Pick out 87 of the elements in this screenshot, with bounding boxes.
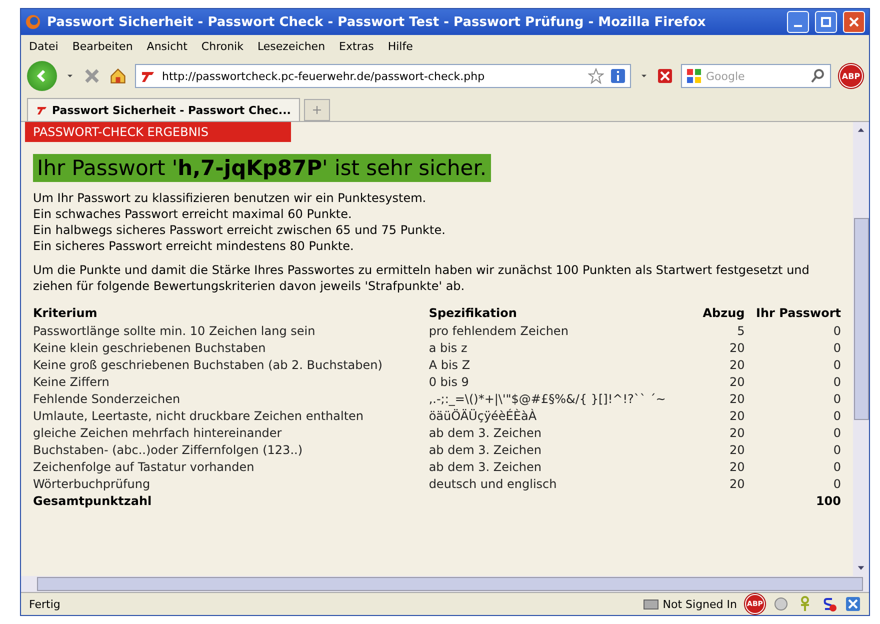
plus-icon [312, 105, 322, 115]
menu-item[interactable]: Hilfe [388, 40, 413, 52]
table-cell-text: 0 [832, 390, 841, 407]
new-tab-button[interactable] [304, 99, 330, 121]
column-header: Spezifikation [428, 305, 518, 322]
table-cell-text: 0 [832, 424, 841, 441]
maximize-button[interactable] [815, 11, 837, 33]
table-cell-text: 0 [832, 322, 841, 339]
signin-status: Not Signed In [662, 598, 737, 610]
adblock-button[interactable]: ABP [839, 64, 863, 88]
table-cell-text: a bis z [428, 340, 468, 356]
block-icon [657, 68, 673, 84]
table-cell-text: 20 [728, 408, 745, 424]
intro-line: Um Ihr Passwort zu klassifizieren benutzen wir ein Punktesystem. [33, 190, 428, 206]
table-cell-text: 20 [728, 374, 745, 390]
horizontal-scrollbar[interactable] [21, 576, 869, 592]
status-text: Fertig [29, 598, 62, 610]
menu-item[interactable]: Extras [339, 40, 374, 52]
browser-logo-icon [25, 14, 41, 30]
window-title: Passwort Sicherheit - Passwort Check - Passwort Test - Passwort Prüfung - Mozilla Firefox [47, 14, 707, 30]
minimize-button[interactable] [787, 11, 809, 33]
table-cell-text: Umlaute, Leertaste, nicht druckbare Zeichen enthalten [33, 408, 365, 424]
browser-tab[interactable]: Passwort Sicherheit - Passwort Chec... [27, 98, 300, 121]
section-banner: PASSWORT-CHECK ERGEBNIS [25, 122, 291, 142]
home-icon [109, 67, 127, 85]
table-cell-text: 0 bis 9 [428, 374, 470, 390]
table-cell-text: 0 [832, 442, 841, 458]
table-cell-text: 0 [832, 476, 841, 492]
menu-item[interactable]: Chronik [201, 40, 244, 52]
result-heading: Ihr Passwort 'h,7-jqKp87P' ist sehr sicher. [33, 154, 491, 182]
column-header: Kriterium [33, 305, 98, 322]
table-cell-text: ,.-;:_=\()*+|\'"$@#£§%&/{ }[]!^!?`` ´~ [428, 390, 667, 407]
table-cell-text: Zeichenfolge auf Tastatur vorhanden [33, 458, 256, 475]
total-value: 100 [814, 493, 841, 510]
table-cell-text: ab dem 3. Zeichen [428, 458, 542, 475]
table-cell-text: pro fehlendem Zeichen [428, 322, 570, 339]
table-cell-text: Keine klein geschriebenen Buchstaben [33, 340, 267, 356]
table-cell-text: 0 [832, 408, 841, 424]
total-label: Gesamtpunktzahl [33, 493, 153, 510]
menu-item[interactable]: Lesezeichen [257, 40, 326, 52]
intro-line: Ein halbwegs sicheres Passwort erreicht zwischen 65 und 75 Punkte. [33, 222, 446, 238]
address-field[interactable]: http://passwortcheck.pc-feuerwehr.de/passwort-check.php [135, 64, 631, 88]
table-cell-text: Buchstaben- (abc..)oder Ziffernfolgen (123..) [33, 442, 304, 458]
vertical-scrollbar[interactable] [853, 122, 869, 576]
table-cell-text: Wörterbuchprüfung [33, 476, 152, 492]
menu-item[interactable]: Bearbeiten [72, 40, 133, 52]
search-engine-icon [686, 68, 702, 84]
blocked-s-icon [821, 596, 837, 612]
table-cell-text: 20 [728, 340, 745, 356]
menu-item[interactable]: Datei [29, 40, 58, 52]
table-cell: Keine groß geschriebenen Buchstaben (ab 2. Buchstaben) [33, 356, 429, 373]
table-cell-text: Keine Ziffern [33, 374, 110, 390]
info-icon [610, 68, 626, 84]
table-cell-text: 20 [728, 356, 745, 373]
table-cell-text: 20 [728, 424, 745, 441]
table-cell-text: 20 [728, 390, 745, 407]
intro-line: Ein sicheres Passwort erreicht mindestens 80 Punkte. [33, 238, 355, 254]
column-header: Ihr Passwort [755, 305, 841, 322]
table-cell-text: A bis Z [428, 356, 472, 373]
close-button[interactable] [843, 11, 865, 33]
table-cell-text: 0 [832, 356, 841, 373]
table-cell-text: 0 [832, 340, 841, 356]
table-cell-text: 20 [728, 442, 745, 458]
back-button[interactable] [27, 61, 57, 91]
intro-line: Ein schwaches Passwort erreicht maximal 60 Punkte. [33, 206, 353, 222]
column-header: Abzug [702, 305, 745, 322]
table-cell-text: deutsch und englisch [428, 476, 558, 492]
table-cell-text: gleiche Zeichen mehrfach hintereinander [33, 424, 283, 441]
stop-icon [83, 67, 101, 85]
table-cell-text: ab dem 3. Zeichen [428, 424, 542, 441]
search-icon [810, 68, 826, 84]
star-icon [588, 68, 604, 84]
table-cell-text: 0 [832, 458, 841, 475]
site-logo-icon [36, 104, 48, 116]
menu-item[interactable]: Ansicht [146, 40, 188, 52]
explanation-text: Um die Punkte und damit die Stärke Ihres Passwortes zu ermitteln haben wir zunächst 100 Punkten als Startwert festgesetzt und ziehen für folgende Bewertungskriterien davon jeweils 'Strafpunkte' ab. [33, 262, 810, 294]
table-cell-text: 20 [728, 476, 745, 492]
table-cell-text: Fehlende Sonderzeichen [33, 390, 182, 407]
table-cell-text: ab dem 3. Zeichen [428, 442, 542, 458]
close-icon [849, 17, 859, 27]
maximize-icon [821, 17, 831, 27]
minimize-icon [794, 25, 802, 27]
table-cell-text: 20 [728, 458, 745, 475]
table-cell-text: 5 [736, 322, 745, 339]
table-cell-text: 0 [832, 374, 841, 390]
table-cell-text: öäüÖÄÜçÿéèÉÈàÀ [428, 408, 538, 424]
table-cell-text: Passwortlänge sollte min. 10 Zeichen lang sein [33, 322, 316, 339]
